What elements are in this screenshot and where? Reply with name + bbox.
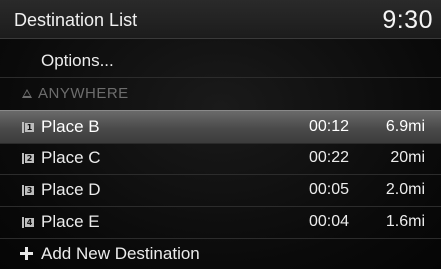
destination-time: 00:04 [309,213,350,230]
add-destination-label: Add New Destination [41,244,200,263]
destination-row[interactable]: 1 Place B 00:12 6.9mi [0,110,441,144]
add-destination-button[interactable]: Add New Destination [0,238,441,269]
destination-distance: 6.9mi [385,118,425,135]
destination-name: Place B [41,117,100,136]
destination-distance: 1.6mi [385,213,425,230]
destination-distance: 20mi [390,149,425,166]
header-bar: Destination List 9:30 [0,0,441,39]
destination-time: 00:12 [309,118,350,135]
clock: 9:30 [382,6,433,34]
waypoint-number-icon: 3 [22,185,34,196]
anywhere-label: ANYWHERE [38,85,129,102]
waypoint-number-icon: 1 [22,122,34,133]
options-label: Options... [41,51,114,70]
destination-row[interactable]: 4 Place E 00:04 1.6mi [0,206,441,239]
destination-row[interactable]: 2 Place C 00:22 20mi [0,142,441,175]
destination-name: Place D [41,180,101,199]
page-title: Destination List [14,10,138,30]
destination-row[interactable]: 3 Place D 00:05 2.0mi [0,174,441,207]
plus-icon [20,247,33,260]
destination-time: 00:22 [309,149,350,166]
destination-list-screen: Destination List 9:30 Options... ANYWHER… [0,0,441,269]
destination-distance: 2.0mi [385,181,425,198]
destination-name: Place C [41,148,101,167]
anywhere-item: ANYWHERE [0,78,441,111]
waypoint-number-icon: 2 [22,153,34,164]
destination-name: Place E [41,212,100,231]
triangle-icon [22,89,32,98]
waypoint-number-icon: 4 [22,217,34,228]
options-button[interactable]: Options... [0,45,441,78]
destination-time: 00:05 [309,181,350,198]
